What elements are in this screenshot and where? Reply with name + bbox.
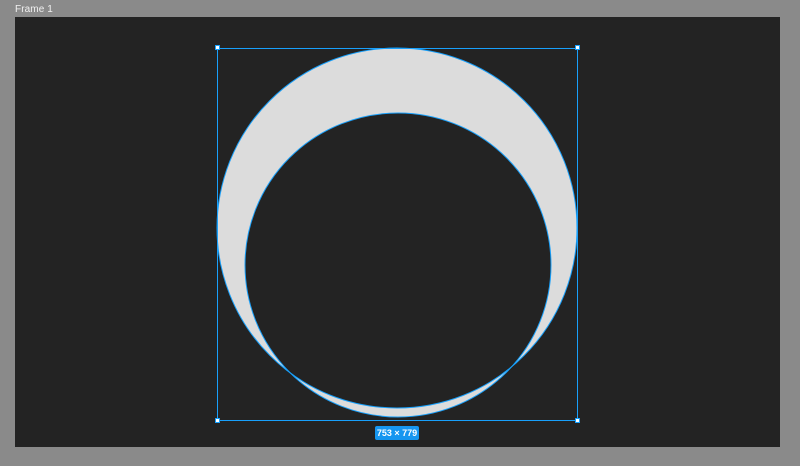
resize-handle-top-right[interactable] — [575, 45, 580, 50]
frame-scene — [216, 47, 578, 421]
frame-label[interactable]: Frame 1 — [15, 4, 53, 16]
crescent-shape[interactable] — [217, 48, 577, 417]
resize-handle-bottom-left[interactable] — [215, 418, 220, 423]
frame-1[interactable] — [15, 17, 780, 447]
selection-size-badge: 753 × 779 — [375, 426, 419, 440]
resize-handle-bottom-right[interactable] — [575, 418, 580, 423]
resize-handle-top-left[interactable] — [215, 45, 220, 50]
canvas-workspace[interactable]: Frame 1 753 × 779 — [0, 0, 800, 466]
